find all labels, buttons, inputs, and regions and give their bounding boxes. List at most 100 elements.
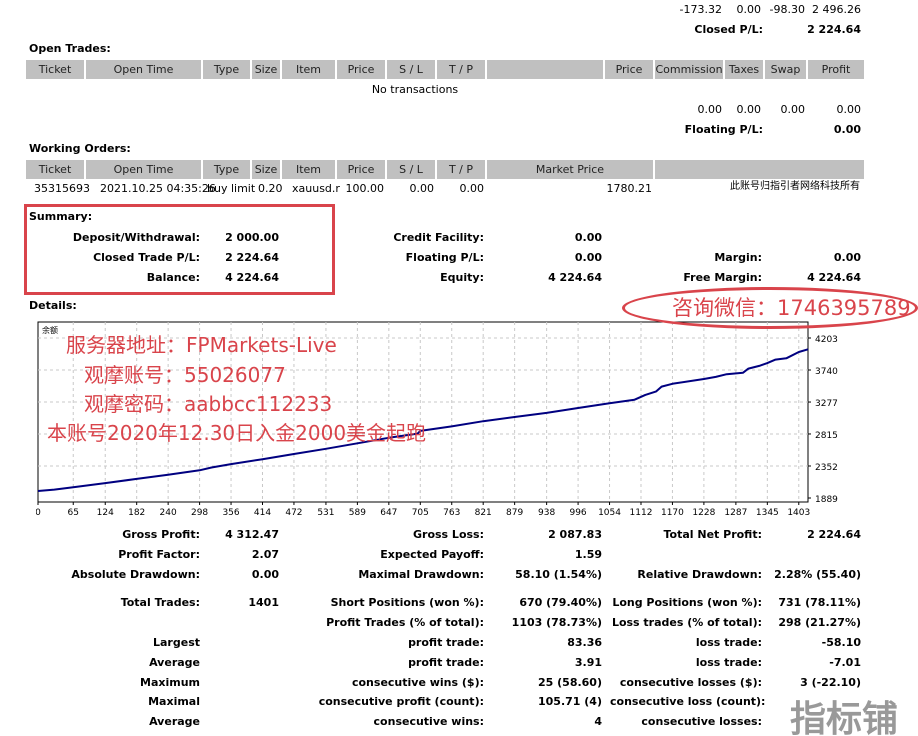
- col-type: Type: [203, 60, 252, 79]
- deposit-value: 2 000.00: [225, 231, 279, 244]
- details-title: Details:: [29, 299, 77, 312]
- view-account-text: 观摩账号：55026077: [84, 363, 286, 387]
- free-margin-value: 4 224.64: [807, 271, 861, 284]
- col-item: Item: [282, 60, 337, 79]
- equity-label: Equity:: [440, 271, 484, 284]
- order-tp: 0.00: [459, 182, 485, 195]
- x-tick-label: 65: [68, 508, 79, 516]
- stat-label-col1: Profit Factor:: [118, 548, 200, 561]
- x-tick-label: 647: [380, 508, 397, 516]
- x-tick-label: 1054: [598, 508, 621, 516]
- watermark-text: 指标铺: [790, 699, 899, 736]
- closed-trade-pl-label: Closed Trade P/L:: [93, 251, 200, 264]
- x-tick-label: 0: [36, 508, 41, 516]
- x-tick-label: 240: [160, 508, 177, 516]
- stat-value-col1: 1401: [248, 596, 279, 609]
- floating-pl-value: 0.00: [574, 251, 602, 264]
- x-tick-label: 996: [569, 508, 586, 516]
- col-market-price: Price: [605, 60, 655, 79]
- x-tick-label: 1403: [787, 508, 810, 516]
- deposit-label: Deposit/Withdrawal:: [72, 231, 200, 244]
- closed-trade-pl-value: 2 224.64: [225, 251, 279, 264]
- stat-value-col3: 3 (-22.10): [800, 676, 861, 689]
- col-ticket: Ticket: [26, 160, 86, 179]
- col-ticket: Ticket: [26, 60, 86, 79]
- stat-label-col2: Expected Payoff:: [380, 548, 484, 561]
- stat-value-col2: 2 087.83: [548, 528, 602, 541]
- stat-label-col1: Absolute Drawdown:: [71, 568, 200, 581]
- open-floating-pl-value: 0.00: [833, 123, 861, 136]
- stat-value-col2: 670 (79.40%): [519, 596, 602, 609]
- col-type: Type: [203, 160, 252, 179]
- open-floating-pl-label: Floating P/L:: [684, 123, 763, 136]
- col-open-time: Open Time: [86, 160, 203, 179]
- open-trades-title: Open Trades:: [29, 42, 111, 55]
- stat-label-col3: consecutive losses:: [641, 715, 762, 728]
- stat-value-col1: 0.00: [251, 568, 279, 581]
- col-market-price: Market Price: [487, 160, 655, 179]
- stat-value-col2: 58.10 (1.54%): [515, 568, 602, 581]
- stat-label-col3: Total Net Profit:: [663, 528, 763, 541]
- order-item: xauusd.r: [292, 182, 340, 195]
- order-open-time: 2021.10.25 04:35:26: [100, 182, 216, 195]
- col-price: Price: [337, 160, 387, 179]
- col-open-time: Open Time: [86, 60, 203, 79]
- stat-value-col3: 298 (21.27%): [778, 616, 861, 629]
- col-tp: T / P: [437, 60, 487, 79]
- order-price: 100.00: [345, 182, 385, 195]
- top-profit-total: 2 496.26: [812, 3, 861, 16]
- y-tick-label: 2352: [815, 463, 838, 473]
- stat-label-col2: Profit Trades (% of total):: [326, 616, 484, 629]
- free-margin-label: Free Margin:: [683, 271, 762, 284]
- x-tick-label: 589: [349, 508, 366, 516]
- stat-label-col2: Maximal Drawdown:: [358, 568, 484, 581]
- stat-label-col3: Loss trades (% of total):: [611, 616, 762, 629]
- top-taxes-total: 0.00: [736, 3, 762, 16]
- x-tick-label: 356: [222, 508, 239, 516]
- stat-value-col2: 83.36: [567, 636, 602, 649]
- stat-label-col2: consecutive wins:: [373, 715, 484, 728]
- open-profit-total: 0.00: [836, 103, 862, 116]
- credit-facility-value: 0.00: [574, 231, 602, 244]
- x-tick-label: 124: [97, 508, 114, 516]
- floating-pl-label: Floating P/L:: [405, 251, 484, 264]
- col-price: Price: [337, 60, 387, 79]
- stat-label-col3: consecutive loss (count):: [610, 695, 766, 708]
- stat-label-col3: Relative Drawdown:: [637, 568, 762, 581]
- view-password-text: 观摩密码：aabbcc112233: [84, 392, 333, 416]
- stat-label-col1: Maximum: [140, 676, 200, 689]
- y-tick-label: 1889: [815, 495, 838, 505]
- margin-label: Margin:: [714, 251, 762, 264]
- x-tick-label: 879: [506, 508, 523, 516]
- x-tick-label: 531: [317, 508, 334, 516]
- col-tp: T / P: [437, 160, 487, 179]
- stat-label-col2: consecutive wins ($):: [351, 676, 484, 689]
- summary-title: Summary:: [29, 210, 93, 223]
- col-note: [655, 160, 864, 179]
- stat-label-col3: consecutive losses ($):: [619, 676, 762, 689]
- col-sl: S / L: [387, 60, 437, 79]
- stat-value-col3: -58.10: [821, 636, 861, 649]
- col-size: Size: [252, 60, 282, 79]
- equity-value: 4 224.64: [548, 271, 602, 284]
- col-profit: Profit: [821, 63, 851, 76]
- y-tick-label: 3740: [815, 367, 838, 377]
- x-tick-label: 1112: [630, 508, 653, 516]
- stat-value-col2: 4: [594, 715, 602, 728]
- x-tick-label: 1228: [692, 508, 715, 516]
- order-size: 0.20: [258, 182, 283, 195]
- balance-value: 4 224.64: [225, 271, 279, 284]
- working-orders-header: Ticket Open Time Type Size Item Price S …: [26, 160, 864, 179]
- x-tick-label: 1287: [724, 508, 747, 516]
- x-tick-label: 1345: [756, 508, 779, 516]
- server-address-text: 服务器地址：FPMarkets-Live: [66, 333, 337, 357]
- y-tick-label: 4203: [815, 335, 838, 345]
- x-tick-label: 763: [443, 508, 460, 516]
- y-tick-label: 3277: [815, 399, 838, 409]
- stat-label-col2: profit trade:: [408, 656, 484, 669]
- col-commission: Commission: [655, 60, 725, 79]
- order-type: buy limit: [207, 182, 256, 195]
- y-tick-label: 2815: [815, 431, 838, 441]
- top-swap-total: -98.30: [769, 3, 805, 16]
- col-blank: [487, 60, 605, 79]
